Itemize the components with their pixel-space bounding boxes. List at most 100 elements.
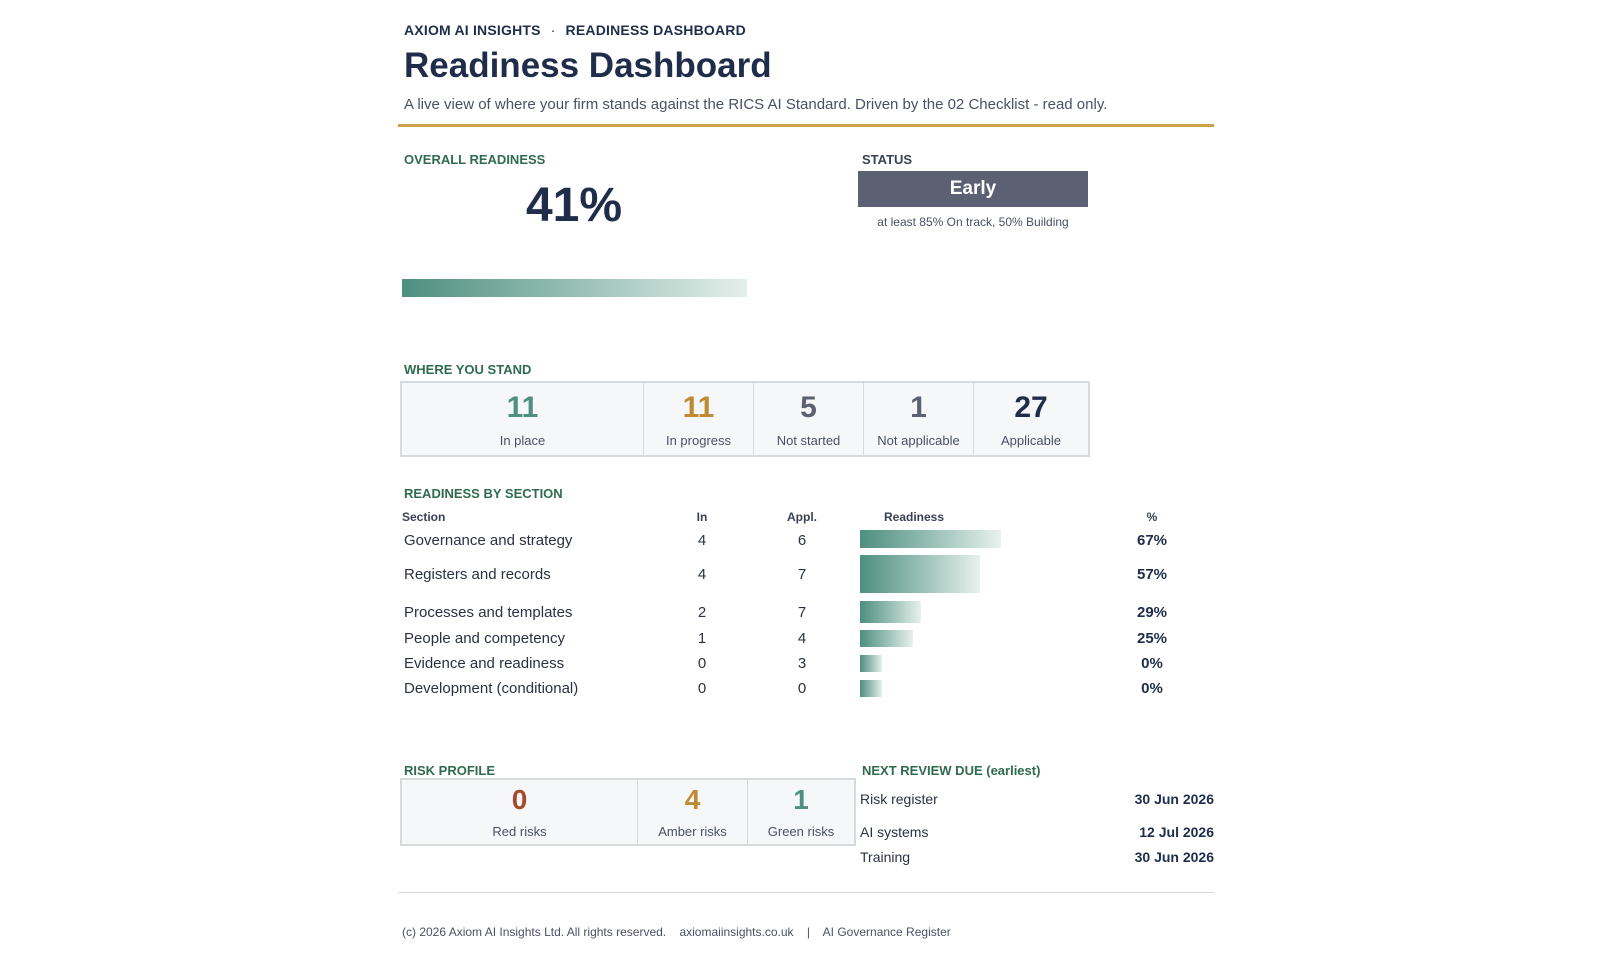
review-item-name: Risk register [860,791,938,807]
footer-separator: | [806,925,810,939]
section-name: Processes and templates [404,604,573,621]
risk-value: 4 [684,784,701,815]
section-percent: 67% [1136,532,1168,549]
column-header-readiness: Readiness [884,510,945,524]
risk-value: 0 [511,784,528,815]
column-header-pct: % [1146,510,1158,524]
status-note: at least 85% On track, 50% Building [877,215,1069,229]
section-percent: 57% [1136,566,1168,583]
column-header-appl: Appl. [787,510,817,524]
section-readiness-bar [860,655,882,672]
section-readiness-bar [860,601,921,623]
section-name: People and competency [404,630,565,647]
risk-profile-grid: 0 Red risks 4 Amber risks 1 Green risks [400,778,856,846]
breadcrumb: AXIOM AI INSIGHTS · READINESS DASHBOARD [404,22,746,38]
review-item: Risk register 30 Jun 2026 [860,791,1214,807]
stat-label: Applicable [1001,433,1061,448]
stat-value: 27 [1014,391,1048,424]
stat-label: In progress [665,433,732,448]
review-item-date: 30 Jun 2026 [1134,849,1214,865]
section-name: Registers and records [404,566,551,583]
section-readiness-bar [860,530,1001,548]
risk-label: Red risks [492,824,547,839]
review-item-name: AI systems [860,824,929,840]
column-header-section: Section [402,510,446,524]
table-row: Registers and records 4 7 57% [0,555,1600,593]
section-in-count: 4 [697,566,707,583]
section-in-count: 1 [697,630,707,647]
footer-copyright: (c) 2026 Axiom AI Insights Ltd. All righ… [402,925,667,939]
table-row: People and competency 1 4 25% [0,630,1600,654]
table-row: Evidence and readiness 0 3 0% [0,655,1600,679]
table-row: Processes and templates 2 7 29% [0,601,1600,628]
risk-green: 1 Green risks [748,780,854,844]
section-name: Evidence and readiness [404,655,565,672]
column-header-in: In [696,510,708,524]
overall-readiness-value: 41% [525,179,623,232]
section-name: Development (conditional) [404,680,579,697]
risk-amber: 4 Amber risks [638,780,748,844]
section-readiness-bar [860,555,980,593]
next-review-label: NEXT REVIEW DUE (earliest) [862,763,1041,778]
overall-readiness-label: OVERALL READINESS [404,152,546,167]
section-in-count: 2 [697,604,707,621]
section-readiness-bar [860,630,913,647]
status-label: STATUS [862,152,913,167]
review-item: AI systems 12 Jul 2026 [860,824,1214,840]
table-row: Development (conditional) 0 0 0% [0,680,1600,704]
section-appl-count: 0 [797,680,807,697]
stat-not-started: 5 Not started [754,383,864,455]
section-percent: 29% [1136,604,1168,621]
footer-website-link[interactable]: axiomaiinsights.co.uk [679,925,793,939]
stat-applicable: 27 Applicable [974,383,1088,455]
where-you-stand-label: WHERE YOU STAND [404,362,532,377]
section-percent: 0% [1141,655,1163,672]
section-in-count: 4 [697,532,707,549]
brand-name: AXIOM AI INSIGHTS [404,22,541,38]
stat-in-progress: 11 In progress [644,383,754,455]
risk-profile-label: RISK PROFILE [404,763,496,778]
footer: (c) 2026 Axiom AI Insights Ltd. All righ… [402,925,951,939]
status-badge: Early [858,171,1088,207]
section-percent: 25% [1136,630,1168,647]
section-in-count: 0 [697,680,707,697]
footer-divider [398,892,1214,893]
section-appl-count: 4 [797,630,807,647]
table-row: Governance and strategy 4 6 67% [0,530,1600,556]
stat-value: 1 [910,391,927,424]
header-divider [398,124,1214,127]
risk-label: Amber risks [658,824,727,839]
page-title: Readiness Dashboard [404,46,772,85]
where-you-stand-grid: 11 In place 11 In progress 5 Not started… [400,381,1090,457]
section-appl-count: 7 [797,566,807,583]
readiness-dashboard-page: AXIOM AI INSIGHTS · READINESS DASHBOARD Re… [0,0,1600,960]
section-name: Governance and strategy [404,532,573,549]
stat-value: 11 [682,391,715,424]
review-item: Training 30 Jun 2026 [860,849,1214,865]
review-item-name: Training [860,849,911,865]
section-readiness-bar [860,680,882,697]
stat-label: Not applicable [877,433,960,448]
section-appl-count: 7 [797,604,807,621]
section-percent: 0% [1141,680,1163,697]
review-item-date: 12 Jul 2026 [1139,824,1214,840]
overall-readiness-bar [402,279,747,297]
risk-red: 0 Red risks [402,780,638,844]
page-subtitle: A live view of where your firm stands ag… [404,96,1108,113]
readiness-by-section-label: READINESS BY SECTION [404,486,563,501]
stat-value: 5 [800,391,817,424]
risk-label: Green risks [767,824,835,839]
footer-product-name: AI Governance Register [822,925,951,939]
section-appl-count: 3 [797,655,807,672]
stat-value: 11 [506,391,539,424]
section-in-count: 0 [697,655,707,672]
stat-in-place: 11 In place [402,383,644,455]
section-appl-count: 6 [797,532,807,549]
risk-value: 1 [793,784,809,815]
stat-not-applicable: 1 Not applicable [864,383,974,455]
stat-label: Not started [776,433,841,448]
stat-label: In place [499,433,546,448]
breadcrumb-separator: · [550,22,556,38]
review-item-date: 30 Jun 2026 [1134,791,1214,807]
breadcrumb-current: READINESS DASHBOARD [565,22,746,38]
